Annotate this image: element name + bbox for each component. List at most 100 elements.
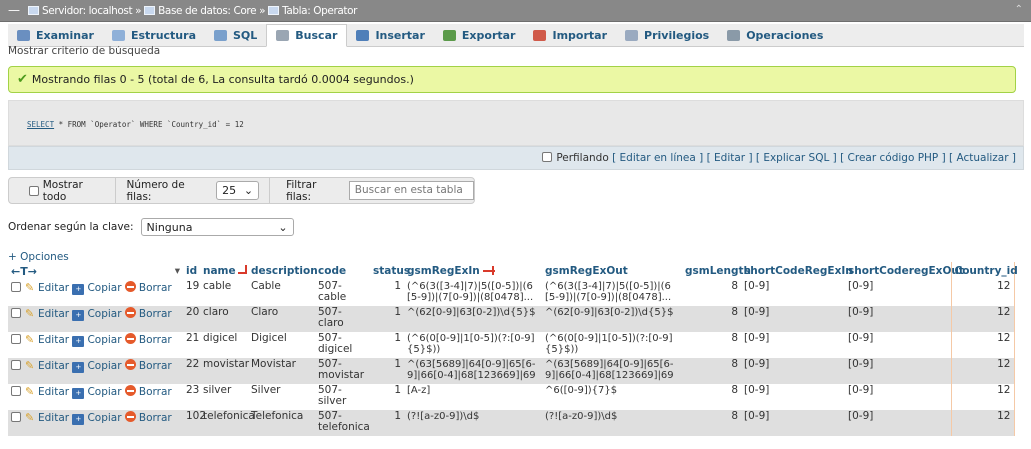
refresh-link[interactable]: [ Actualizar ] [949, 152, 1016, 164]
cell-id[interactable]: 22 [183, 358, 200, 384]
copy-row-button[interactable]: + Copiar [72, 282, 122, 295]
tab-estructura[interactable]: Estructura [103, 24, 205, 47]
cell-status[interactable]: 1 [370, 280, 404, 306]
breadcrumb-database[interactable]: Base de datos: Core [158, 5, 256, 17]
cell-status[interactable]: 1 [370, 358, 404, 384]
cell-gsmlength[interactable]: 8 [682, 280, 741, 306]
cell-description[interactable]: Claro [248, 306, 315, 332]
cell-status[interactable]: 1 [370, 410, 404, 436]
create-php-link[interactable]: [ Crear código PHP ] [840, 152, 946, 164]
row-checkbox[interactable] [11, 282, 21, 292]
row-checkbox[interactable] [11, 360, 21, 370]
cell-id[interactable]: 102 [183, 410, 206, 436]
cell-gsmregexin[interactable]: [A-z] [404, 384, 542, 410]
cell-shortcoderegexout[interactable]: [0-9] [845, 384, 951, 410]
cell-gsmregexout[interactable]: ^(63[5689]|64[0-9]|65[6-9]|66[0-4]|68[12… [542, 358, 682, 384]
cell-gsmlength[interactable]: 8 [682, 306, 741, 332]
cell-name[interactable]: movistar [200, 358, 249, 384]
show-search-criteria-link[interactable]: Mostrar criterio de búsqueda [8, 46, 160, 56]
cell-country_id[interactable]: 12 [950, 306, 1015, 332]
cell-name[interactable]: silver [200, 384, 248, 410]
cell-country_id[interactable]: 12 [950, 410, 1015, 436]
breadcrumb-table[interactable]: Tabla: Operator [282, 5, 357, 17]
breadcrumb-server[interactable]: Servidor: localhost [42, 5, 133, 17]
cell-gsmlength[interactable]: 8 [682, 332, 741, 358]
edit-row-button[interactable]: ✎ Editar [25, 386, 69, 398]
cell-name[interactable]: cable [200, 280, 248, 306]
cell-gsmregexin[interactable]: (^6(0[0-9]|1[0-5])(?:[0-9]{5}$)) [404, 332, 542, 358]
cell-id[interactable]: 21 [183, 332, 200, 358]
show-all-checkbox[interactable] [29, 185, 39, 196]
cell-gsmregexin[interactable]: ^(63[5689]|64[0-9]|65[6-9]|66[0-4]|68[12… [404, 358, 542, 384]
header-code[interactable]: code [315, 262, 370, 280]
tab-importar[interactable]: Importar [524, 24, 616, 47]
sort-dropdown-icon[interactable]: ▾ [175, 265, 180, 277]
tab-insertar[interactable]: Insertar [347, 24, 433, 47]
cell-gsmregexout[interactable]: (^6(3([3-4]|7)|5([0-5])|(6[5-9])|(7[0-9]… [542, 280, 682, 306]
cell-code[interactable]: 507-claro [315, 306, 370, 332]
cell-status[interactable]: 1 [370, 384, 404, 410]
cell-code[interactable]: 507-telefonica [315, 410, 370, 436]
header-gsmregexin[interactable]: gsmRegExIn [404, 262, 542, 280]
cell-description[interactable]: Telefonica [248, 410, 315, 436]
header-shortcoderegexout[interactable]: shortCoderegExOut [845, 262, 964, 280]
delete-row-button[interactable]: Borrar [124, 385, 172, 398]
tab-examinar[interactable]: Examinar [8, 24, 103, 47]
header-gsmregexin-label[interactable]: gsmRegExIn [407, 265, 480, 277]
edit-row-button[interactable]: ✎ Editar [25, 360, 69, 372]
cell-shortcoderegexout[interactable]: [0-9] [845, 306, 951, 332]
header-id[interactable]: id [183, 262, 200, 280]
collapse-panel-icon[interactable]: — [8, 3, 20, 17]
cell-gsmregexin[interactable]: (^6(3([3-4]|7)|5([0-5])|(6[5-9])|(7[0-9]… [404, 280, 542, 306]
resize-arrows-icon[interactable]: ←T→ [11, 265, 37, 278]
cell-gsmregexout[interactable]: (?![a-z0-9])\d$ [542, 410, 682, 436]
cell-description[interactable]: Silver [248, 384, 315, 410]
cell-country_id[interactable]: 12 [950, 280, 1015, 306]
cell-shortcoderegexin[interactable]: [0-9] [741, 332, 845, 358]
tab-privilegios[interactable]: Privilegios [616, 24, 718, 47]
copy-row-button[interactable]: + Copiar [72, 412, 122, 425]
delete-row-button[interactable]: Borrar [124, 359, 172, 372]
cell-name[interactable]: claro [200, 306, 248, 332]
cell-code[interactable]: 507-digicel [315, 332, 370, 358]
cell-gsmlength[interactable]: 8 [682, 384, 741, 410]
sort-key-select[interactable]: Ninguna ⌄ [140, 218, 294, 236]
cell-gsmregexin[interactable]: ^(62[0-9]|63[0-2])\d{5}$ [404, 306, 542, 332]
cell-gsmlength[interactable]: 8 [682, 358, 741, 384]
cell-name[interactable]: digicel [200, 332, 248, 358]
cell-shortcoderegexout[interactable]: [0-9] [845, 358, 951, 384]
edit-row-button[interactable]: ✎ Editar [25, 412, 69, 424]
edit-row-button[interactable]: ✎ Editar [25, 282, 69, 294]
profiling-checkbox[interactable] [542, 152, 553, 162]
copy-row-button[interactable]: + Copiar [72, 386, 122, 399]
cell-shortcoderegexin[interactable]: [0-9] [741, 358, 845, 384]
cell-id[interactable]: 20 [183, 306, 200, 332]
cell-gsmregexout[interactable]: ^(62[0-9]|63[0-2])\d{5}$ [542, 306, 682, 332]
copy-row-button[interactable]: + Copiar [72, 334, 122, 347]
cell-code[interactable]: 507-cable [315, 280, 370, 306]
cell-country_id[interactable]: 12 [950, 384, 1015, 410]
row-checkbox[interactable] [11, 334, 21, 344]
explain-sql-link[interactable]: [ Explicar SQL ] [756, 152, 837, 164]
cell-gsmlength[interactable]: 8 [682, 410, 741, 436]
cell-name[interactable]: telefonica [200, 410, 255, 436]
cell-code[interactable]: 507-movistar [315, 358, 370, 384]
cell-code[interactable]: 507-silver [315, 384, 370, 410]
cell-shortcoderegexin[interactable]: [0-9] [741, 410, 845, 436]
cell-id[interactable]: 23 [183, 384, 200, 410]
column-arrows[interactable]: ←T→ ▾ [8, 262, 183, 280]
tab-buscar[interactable]: Buscar [266, 24, 348, 47]
row-checkbox[interactable] [11, 386, 21, 396]
delete-row-button[interactable]: Borrar [124, 333, 172, 346]
cell-gsmregexout[interactable]: (^6(0[0-9]|1[0-5])(?:[0-9]{5}$)) [542, 332, 682, 358]
cell-gsmregexout[interactable]: ^6([0-9]){7}$ [542, 384, 682, 410]
row-checkbox[interactable] [11, 412, 21, 422]
delete-row-button[interactable]: Borrar [124, 281, 172, 294]
cell-shortcoderegexin[interactable]: [0-9] [741, 384, 845, 410]
copy-row-button[interactable]: + Copiar [72, 360, 122, 373]
header-name[interactable]: name [200, 262, 248, 280]
header-gsmregexout[interactable]: gsmRegExOut [542, 262, 682, 280]
tab-sql[interactable]: SQL [205, 24, 266, 47]
cell-shortcoderegexout[interactable]: [0-9] [845, 410, 951, 436]
header-gsmlength[interactable]: gsmLength [682, 262, 751, 280]
